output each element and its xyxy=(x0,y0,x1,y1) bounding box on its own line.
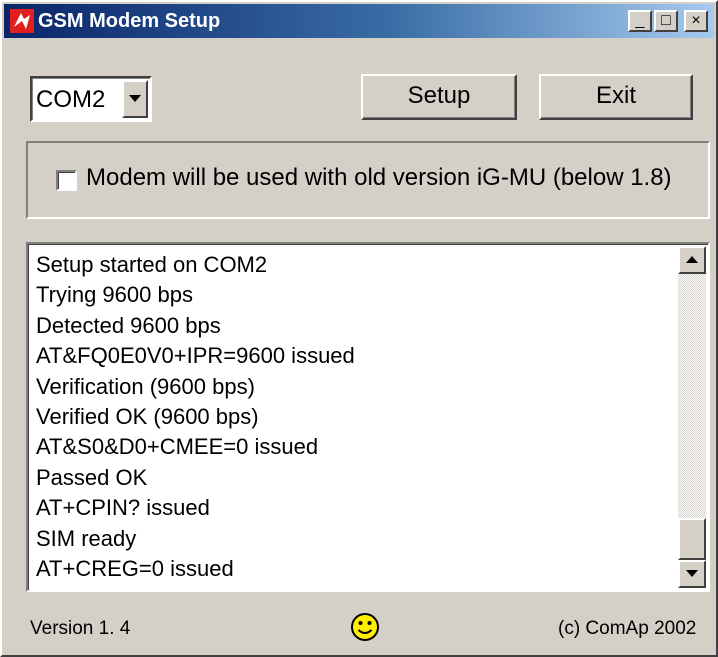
old-version-checkbox[interactable] xyxy=(56,170,77,191)
log-line: Verified OK (9600 bps) xyxy=(36,404,259,430)
scroll-up-button[interactable] xyxy=(678,246,706,274)
minimize-icon: _ xyxy=(635,12,645,29)
exit-button[interactable]: Exit xyxy=(539,74,693,120)
log-line: Setup started on COM2 xyxy=(36,252,268,277)
com-port-value: COM2 xyxy=(36,86,106,113)
version-label: Version 1. 4 xyxy=(30,618,131,639)
window-title: GSM Modem Setup xyxy=(38,10,221,32)
options-group: Modem will be used with old version iG-M… xyxy=(26,141,710,219)
log-line: SIM ready xyxy=(36,525,137,551)
setup-log-list[interactable]: Setup started on COM2 Trying 9600 bps De… xyxy=(26,242,710,592)
log-scrollbar[interactable] xyxy=(678,246,706,588)
arrow-up-icon xyxy=(686,256,698,263)
log-line: AT+CREG=0 issued xyxy=(36,556,234,582)
log-line: AT&FQ0E0V0+IPR=9600 issued xyxy=(36,343,355,369)
maximize-button[interactable]: □ xyxy=(654,10,678,32)
log-line: Verification (9600 bps) xyxy=(36,373,255,399)
log-line: Passed OK xyxy=(36,464,148,490)
scroll-down-button[interactable] xyxy=(678,560,706,588)
dropdown-button[interactable] xyxy=(122,80,148,118)
minimize-button[interactable]: _ xyxy=(628,10,652,32)
close-icon: × xyxy=(691,12,701,29)
title-bar[interactable]: GSM Modem Setup _ □ × xyxy=(4,4,714,38)
app-window: GSM Modem Setup _ □ × COM2 Setup Exit Mo… xyxy=(0,0,718,657)
log-line: Detected 9600 bps xyxy=(36,312,221,338)
log-line: AT+CPIN? issued xyxy=(36,495,210,521)
log-lines: Setup started on COM2 Trying 9600 bps De… xyxy=(36,250,355,584)
chevron-down-icon xyxy=(129,95,141,102)
scroll-thumb[interactable] xyxy=(678,518,706,560)
setup-button[interactable]: Setup xyxy=(361,74,517,120)
close-button[interactable]: × xyxy=(684,10,708,32)
copyright-label: (c) ComAp 2002 xyxy=(558,618,697,639)
maximize-icon: □ xyxy=(661,12,671,29)
arrow-down-icon xyxy=(686,570,698,577)
com-port-select[interactable]: COM2 xyxy=(30,76,152,122)
old-version-label[interactable]: Modem will be used with old version iG-M… xyxy=(86,163,672,193)
log-line: Trying 9600 bps xyxy=(36,282,193,308)
log-line: AT&S0&D0+CMEE=0 issued xyxy=(36,434,319,460)
smiley-icon xyxy=(351,613,379,641)
app-logo-icon xyxy=(10,9,34,33)
